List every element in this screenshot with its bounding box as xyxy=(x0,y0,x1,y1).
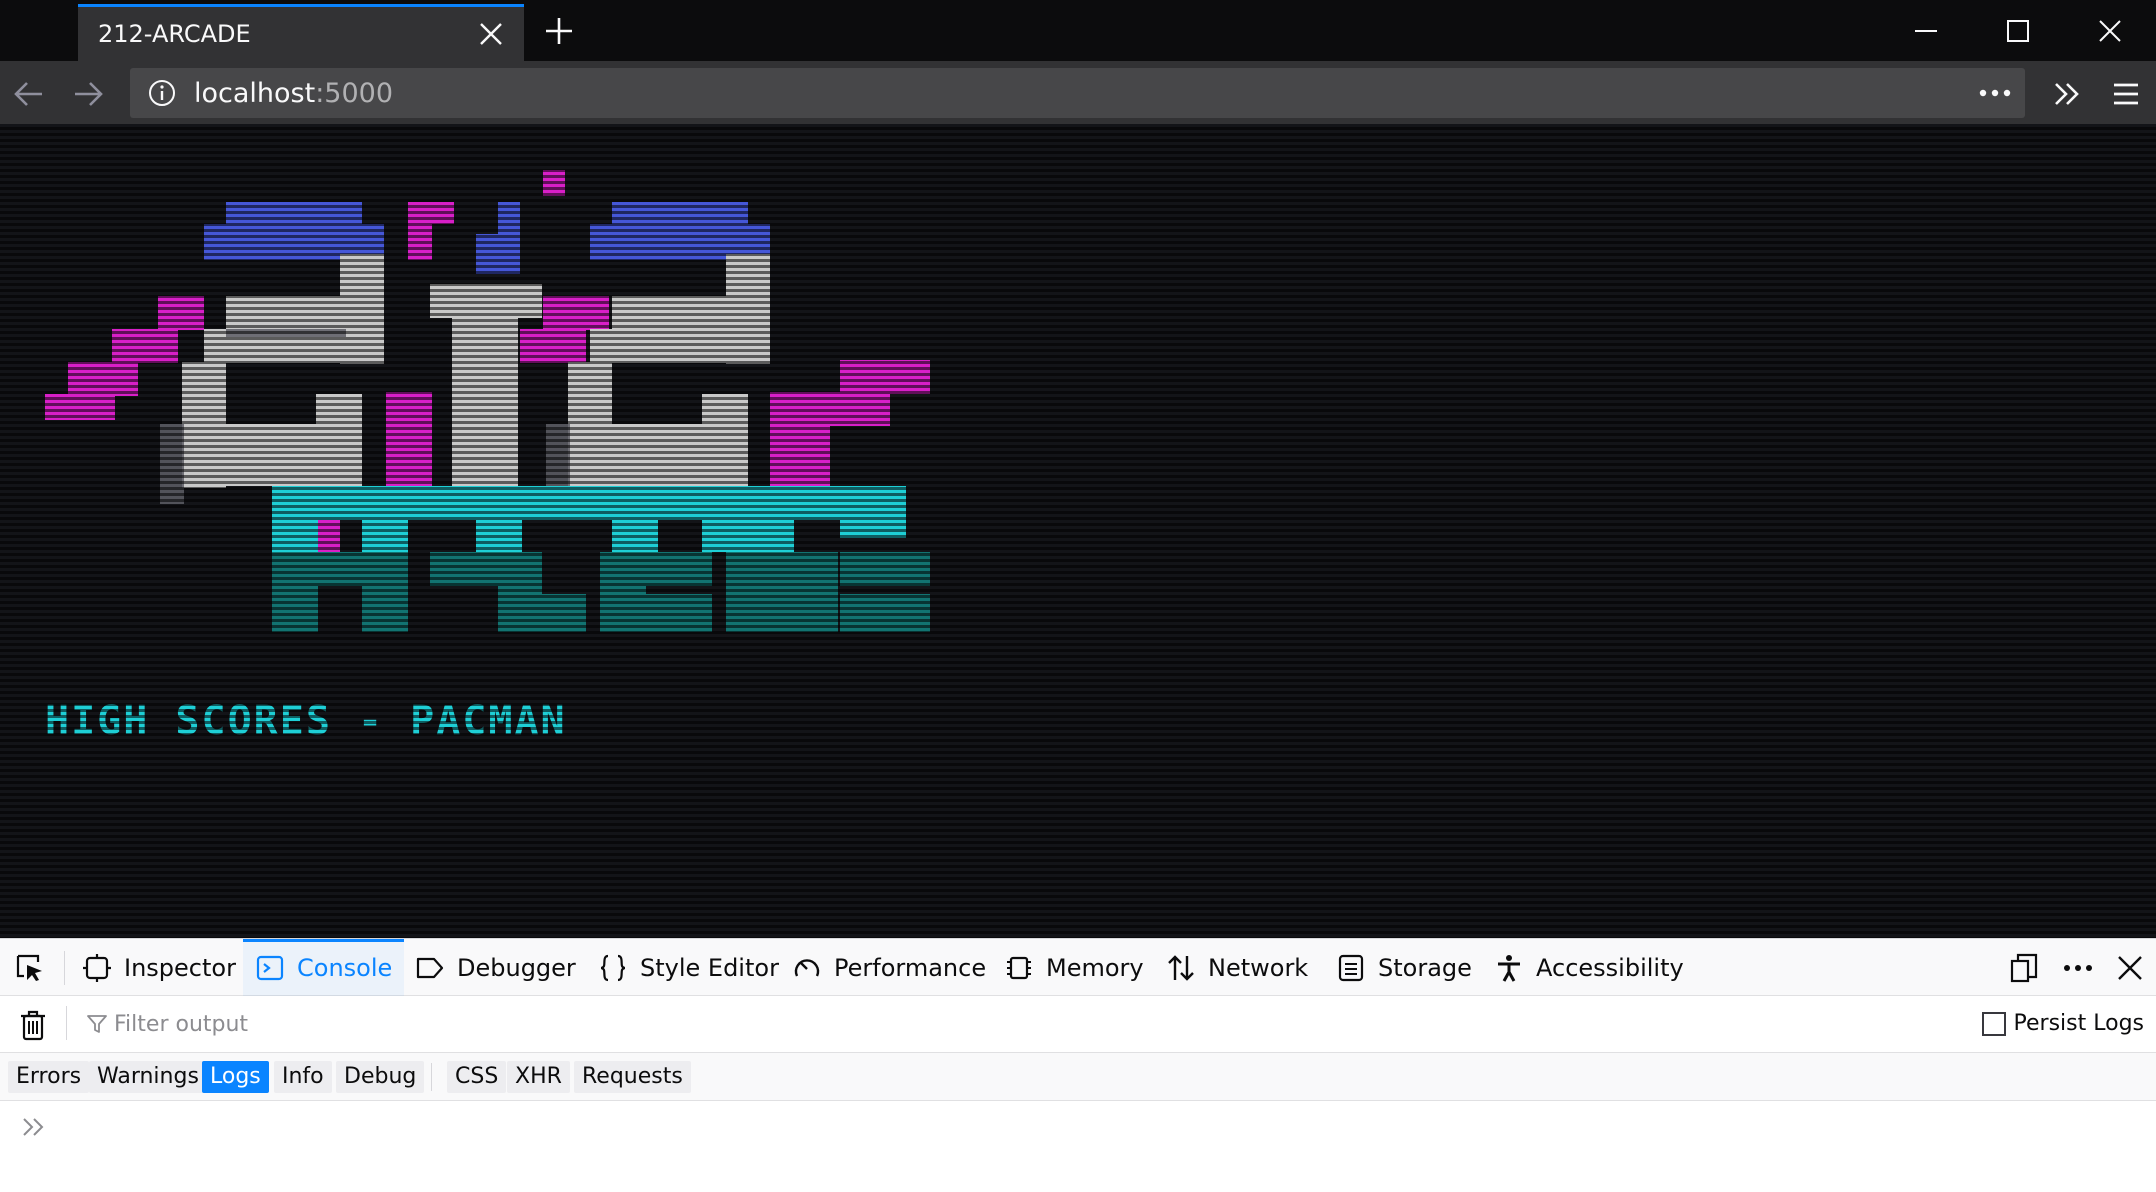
tab-title: 212-ARCADE xyxy=(98,20,251,48)
tab-console[interactable]: Console xyxy=(242,939,405,996)
tab-debugger[interactable]: Debugger xyxy=(415,939,576,996)
tab-label: Console xyxy=(297,953,393,982)
url-text: localhost:5000 xyxy=(194,78,393,109)
network-icon xyxy=(1168,954,1194,981)
page-actions-icon[interactable] xyxy=(1977,78,2013,108)
tab-storage[interactable]: Storage xyxy=(1336,939,1472,996)
checkbox-box[interactable] xyxy=(1981,1011,2006,1036)
filter-errors[interactable]: Errors xyxy=(8,1061,90,1093)
url-host: localhost xyxy=(194,78,316,109)
close-window-icon[interactable] xyxy=(2095,16,2125,46)
browser-tab[interactable]: 212-ARCADE xyxy=(78,4,524,61)
log-level-filters: Errors Warnings Logs Info Debug CSS XHR … xyxy=(0,1053,2156,1101)
filter-css[interactable]: CSS xyxy=(447,1061,507,1093)
filter-separator xyxy=(66,1006,67,1040)
page-content: HIGH SCORES - PACMAN xyxy=(0,124,2156,938)
persist-logs-checkbox[interactable]: Persist Logs xyxy=(1981,1011,2144,1036)
persist-logs-label: Persist Logs xyxy=(2013,1011,2144,1036)
debugger-icon xyxy=(416,957,444,978)
tab-inspector[interactable]: Inspector xyxy=(82,939,236,996)
filter-separator xyxy=(431,1063,432,1091)
close-devtools-icon[interactable] xyxy=(2114,952,2146,984)
tab-label: Storage xyxy=(1378,953,1472,982)
devtools-panel: Inspector Console Debugger Style Editor … xyxy=(0,938,2156,1192)
filter-xhr[interactable]: XHR xyxy=(507,1061,570,1093)
tab-label: Accessibility xyxy=(1536,953,1684,982)
forward-icon[interactable] xyxy=(71,77,105,111)
tab-accessibility[interactable]: Accessibility xyxy=(1494,939,1684,996)
url-bar[interactable]: localhost:5000 xyxy=(130,68,2025,118)
devtools-toolbar: Inspector Console Debugger Style Editor … xyxy=(0,939,2156,996)
new-tab-icon[interactable] xyxy=(544,16,574,46)
tab-performance[interactable]: Performance xyxy=(792,939,986,996)
more-options-icon[interactable] xyxy=(2062,952,2094,984)
filter-output-input[interactable] xyxy=(80,1004,1880,1044)
navigation-bar: localhost:5000 xyxy=(0,61,2156,124)
back-icon[interactable] xyxy=(12,77,46,111)
style-editor-icon xyxy=(600,954,626,981)
high-scores-heading: HIGH SCORES - PACMAN xyxy=(45,698,567,744)
console-filter-bar: Persist Logs xyxy=(0,996,2156,1053)
filter-info[interactable]: Info xyxy=(274,1061,332,1093)
memory-icon xyxy=(1007,956,1031,979)
filter-logs[interactable]: Logs xyxy=(202,1061,269,1093)
maximize-icon[interactable] xyxy=(2003,16,2033,46)
tab-memory[interactable]: Memory xyxy=(1004,939,1144,996)
toolbar-separator xyxy=(64,951,65,985)
tab-label: Inspector xyxy=(124,953,236,982)
overflow-chevron-icon[interactable] xyxy=(2050,77,2084,111)
element-picker-icon[interactable] xyxy=(14,952,46,984)
tab-bar: 212-ARCADE xyxy=(0,0,2156,61)
tab-label: Performance xyxy=(834,953,987,982)
minimize-icon[interactable] xyxy=(1911,16,1941,46)
accessibility-icon xyxy=(1498,954,1520,982)
filter-warnings[interactable]: Warnings xyxy=(89,1061,207,1093)
close-tab-icon[interactable] xyxy=(478,21,504,47)
trash-icon[interactable] xyxy=(18,1009,48,1041)
arcade-logo xyxy=(45,170,930,632)
menu-icon[interactable] xyxy=(2109,77,2143,111)
tab-label: Network xyxy=(1208,953,1309,982)
tab-style-editor[interactable]: Style Editor xyxy=(598,939,779,996)
tab-label: Style Editor xyxy=(640,953,779,982)
filter-requests[interactable]: Requests xyxy=(574,1061,691,1093)
console-input-area[interactable] xyxy=(0,1101,2156,1192)
console-prompt-icon xyxy=(23,1118,44,1136)
tab-network[interactable]: Network xyxy=(1166,939,1308,996)
storage-icon xyxy=(1338,954,1364,981)
inspector-icon xyxy=(83,953,111,982)
tab-label: Memory xyxy=(1046,953,1144,982)
performance-icon xyxy=(794,958,820,976)
tab-label: Debugger xyxy=(457,953,576,982)
url-port: :5000 xyxy=(315,78,394,109)
console-icon xyxy=(256,955,284,980)
site-info-icon[interactable] xyxy=(148,79,176,107)
dock-side-icon[interactable] xyxy=(2008,952,2040,984)
filter-debug[interactable]: Debug xyxy=(336,1061,425,1093)
